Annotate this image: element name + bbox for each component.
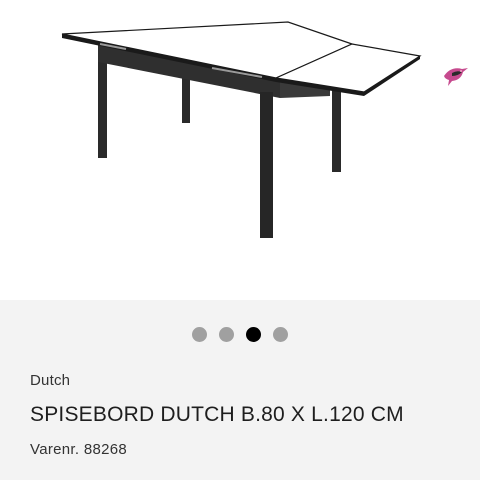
bird-logo-icon (442, 64, 470, 88)
carousel-dot-4[interactable] (273, 327, 288, 342)
table-illustration (61, 21, 422, 238)
product-page: Dutch SPISEBORD DUTCH B.80 X L.120 CM Va… (0, 0, 480, 480)
carousel-dots (0, 327, 480, 343)
sku-line: Varenr. 88268 (30, 441, 127, 458)
sku-value: 88268 (83, 441, 128, 458)
carousel-dot-2[interactable] (219, 327, 234, 342)
product-title: SPISEBORD DUTCH B.80 X L.120 CM (30, 403, 404, 426)
product-image[interactable] (0, 0, 480, 300)
carousel-dot-1[interactable] (192, 327, 207, 342)
sku-label: Varenr. (30, 441, 80, 458)
carousel-dot-3-active[interactable] (246, 327, 261, 342)
brand-name[interactable]: Dutch (30, 372, 70, 389)
